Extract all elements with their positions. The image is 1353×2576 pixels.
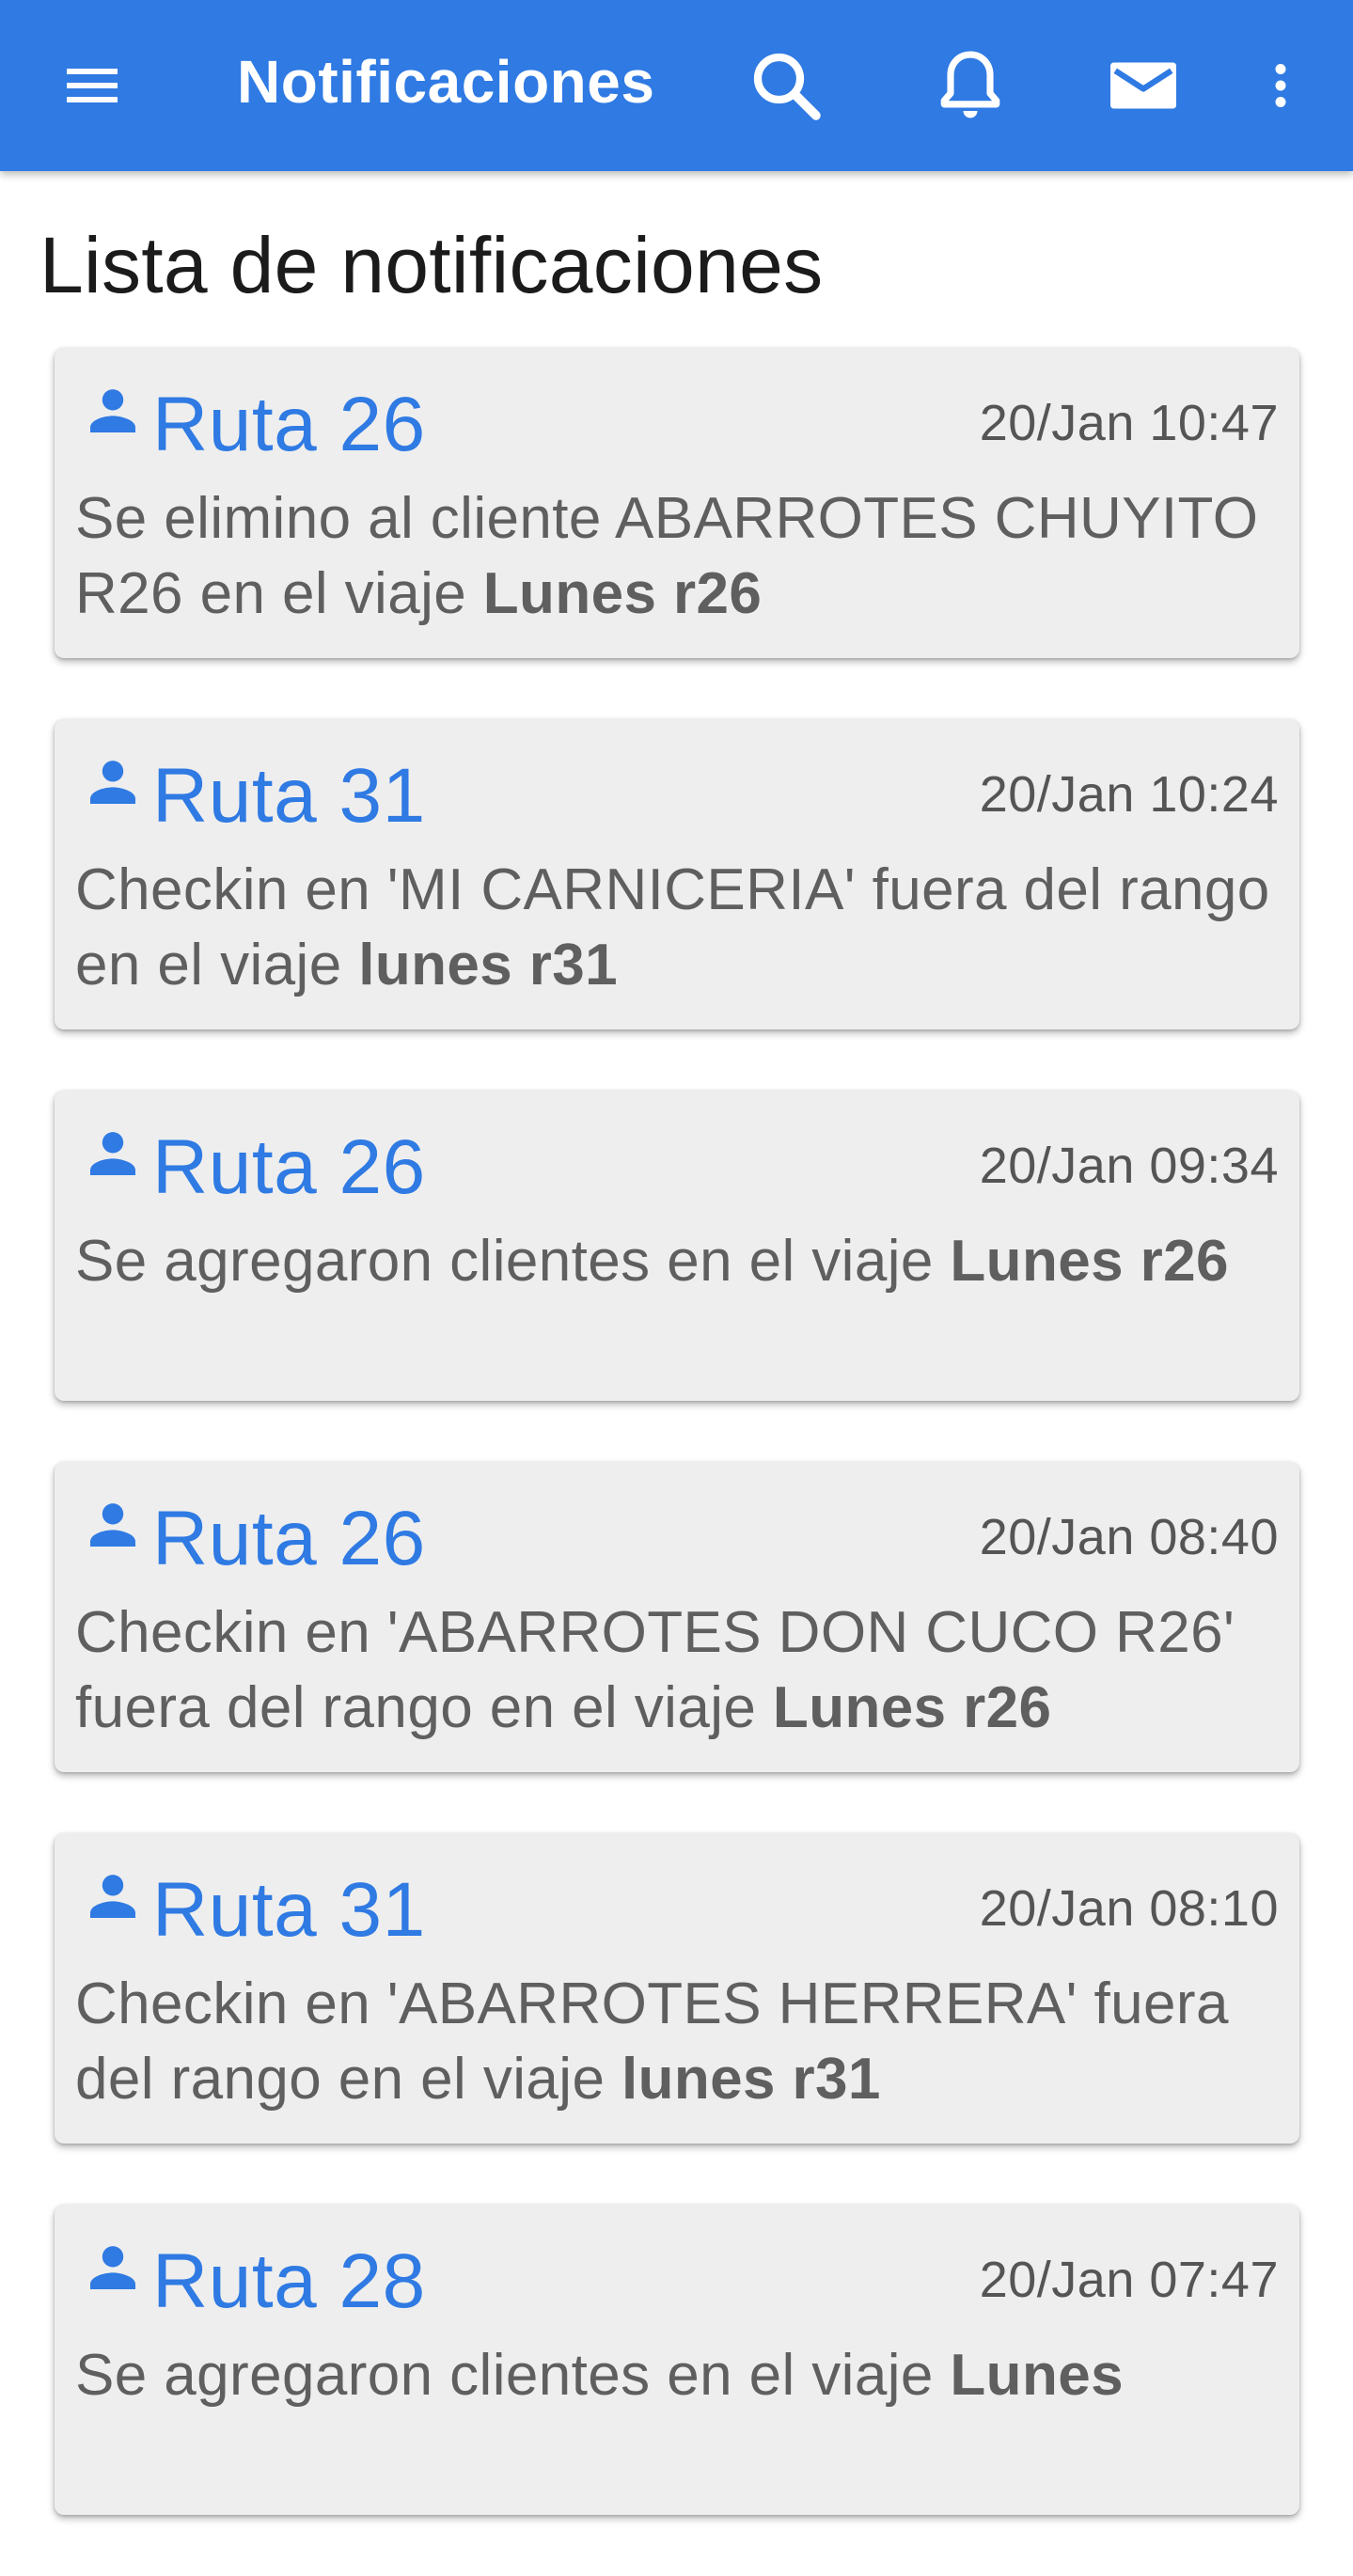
notification-card[interactable]: Ruta 26 20/Jan 09:34 Se agregaron client… (55, 1091, 1299, 1401)
notification-card[interactable]: Ruta 26 20/Jan 10:47 Se elimino al clien… (55, 348, 1299, 658)
trip-name: Lunes r26 (772, 1675, 1052, 1740)
notification-time: 20/Jan 10:47 (979, 395, 1279, 451)
message-text: Se agregaron clientes en el viaje (75, 2343, 951, 2408)
notification-time: 20/Jan 09:34 (979, 1138, 1279, 1194)
trip-name: Lunes (950, 2343, 1124, 2408)
bell-icon[interactable] (923, 39, 1017, 133)
mail-icon[interactable] (1096, 39, 1190, 133)
trip-name: lunes r31 (358, 933, 619, 997)
notification-card[interactable]: Ruta 31 20/Jan 08:10 Checkin en 'ABARROT… (55, 1833, 1299, 2144)
app-bar-title: Notificaciones (237, 48, 655, 116)
more-vert-icon[interactable] (1234, 39, 1328, 133)
person-icon (90, 2246, 135, 2289)
hamburger-menu-icon[interactable] (45, 39, 139, 133)
person-icon (90, 761, 135, 804)
message-text: Checkin en 'ABARROTES DON CUCO R26' fuer… (75, 1600, 1235, 1740)
message-text: Se agregaron clientes en el viaje (75, 1229, 951, 1294)
page-title: Lista de notificaciones (39, 221, 824, 309)
notification-message: Se elimino al cliente ABARROTES CHUYITO … (75, 481, 1288, 632)
notification-list: Ruta 26 20/Jan 10:47 Se elimino al clien… (55, 348, 1299, 2576)
route-name: Ruta 26 (152, 382, 426, 467)
person-icon (90, 1503, 135, 1547)
route-name: Ruta 31 (152, 753, 426, 839)
notification-time: 20/Jan 08:10 (979, 1880, 1279, 1937)
notification-card[interactable]: Ruta 28 20/Jan 07:47 Se agregaron client… (55, 2205, 1299, 2515)
search-icon[interactable] (739, 39, 833, 133)
route-name: Ruta 26 (152, 1124, 426, 1210)
person-icon (90, 1875, 135, 1918)
notification-message: Checkin en 'MI CARNICERIA' fuera del ran… (75, 853, 1288, 1003)
trip-name: Lunes r26 (482, 561, 763, 626)
route-name: Ruta 26 (152, 1496, 426, 1581)
person-icon (90, 1132, 135, 1175)
message-text: Checkin en 'MI CARNICERIA' fuera del ran… (75, 857, 1270, 997)
app-bar: Notificaciones (0, 0, 1353, 171)
notification-message: Se agregaron clientes en el viaje Lunes … (75, 1224, 1288, 1299)
route-name: Ruta 28 (152, 2238, 426, 2324)
notification-card[interactable]: Ruta 26 20/Jan 08:40 Checkin en 'ABARROT… (55, 1462, 1299, 1772)
trip-name: Lunes r26 (950, 1229, 1229, 1294)
notification-message: Checkin en 'ABARROTES HERRERA' fuera del… (75, 1967, 1288, 2117)
notification-message: Se agregaron clientes en el viaje Lunes (75, 2338, 1288, 2413)
trip-name: lunes r31 (621, 2047, 881, 2112)
person-icon (90, 389, 135, 432)
notification-time: 20/Jan 08:40 (979, 1509, 1279, 1565)
route-name: Ruta 31 (152, 1867, 426, 1953)
notification-message: Checkin en 'ABARROTES DON CUCO R26' fuer… (75, 1595, 1288, 1746)
notification-card[interactable]: Ruta 31 20/Jan 10:24 Checkin en 'MI CARN… (55, 719, 1299, 1029)
notification-time: 20/Jan 07:47 (979, 2252, 1279, 2308)
notification-time: 20/Jan 10:24 (979, 766, 1279, 823)
